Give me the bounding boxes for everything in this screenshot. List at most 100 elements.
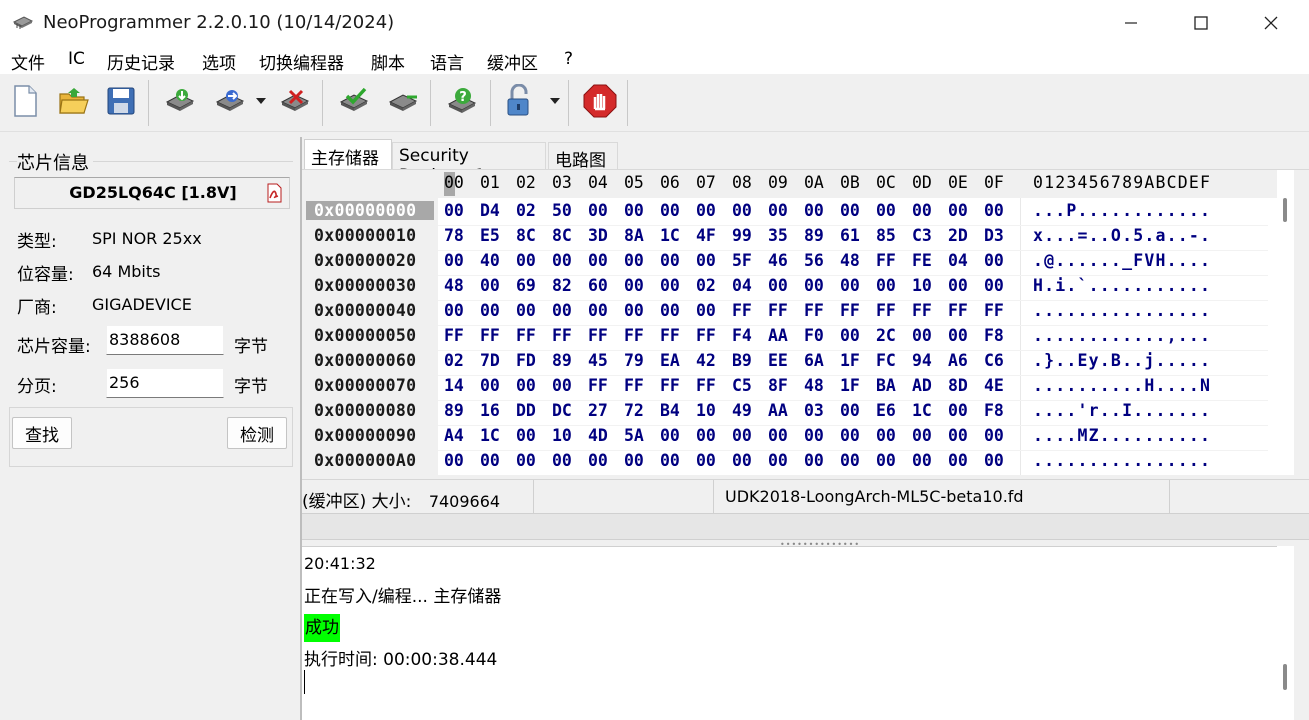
hex-byte[interactable]: 00 — [516, 251, 536, 270]
hex-byte[interactable]: 99 — [732, 226, 752, 245]
hex-byte[interactable]: 00 — [948, 326, 968, 345]
maximize-button[interactable] — [1166, 0, 1236, 46]
log-scrollbar[interactable] — [1277, 546, 1294, 720]
hex-byte[interactable]: FF — [876, 301, 896, 320]
hex-byte[interactable]: 04 — [732, 276, 752, 295]
hex-byte[interactable]: FF — [480, 326, 500, 345]
hex-byte[interactable]: 46 — [768, 251, 788, 270]
hex-byte[interactable]: 00 — [948, 426, 968, 445]
hex-byte[interactable]: FF — [444, 326, 464, 345]
chip-name-box[interactable]: GD25LQ64C [1.8V] — [14, 177, 290, 209]
tab-schematic[interactable]: 电路图 — [548, 142, 618, 171]
hex-byte[interactable]: 00 — [552, 451, 572, 470]
hex-address[interactable]: 0x00000000 — [306, 201, 434, 220]
chip-size-field[interactable]: 8388608 — [106, 325, 224, 355]
hex-byte[interactable]: D3 — [984, 226, 1004, 245]
log-scroll-thumb[interactable] — [1283, 664, 1287, 690]
hex-byte[interactable]: 8C — [516, 226, 536, 245]
close-button[interactable] — [1236, 0, 1306, 46]
hex-byte[interactable]: 00 — [804, 426, 824, 445]
hex-byte[interactable]: 1C — [480, 426, 500, 445]
hex-byte[interactable]: 00 — [696, 426, 716, 445]
hex-byte[interactable]: FF — [768, 301, 788, 320]
hex-byte[interactable]: BA — [876, 376, 896, 395]
menu-buffer[interactable]: 缓冲区 — [487, 49, 538, 74]
hex-byte[interactable]: AA — [768, 401, 788, 420]
menu-ic[interactable]: IC — [68, 49, 85, 69]
hex-ascii[interactable]: ....MZ.......... — [1033, 426, 1211, 445]
hex-byte[interactable]: 35 — [768, 226, 788, 245]
hex-byte[interactable]: FF — [624, 326, 644, 345]
hex-address[interactable]: 0x00000080 — [314, 401, 416, 420]
hex-byte[interactable]: FF — [696, 376, 716, 395]
hex-byte[interactable]: FC — [876, 351, 896, 370]
hex-byte[interactable]: FF — [732, 301, 752, 320]
hex-ascii[interactable]: ................ — [1033, 301, 1211, 320]
hex-byte[interactable]: 7D — [480, 351, 500, 370]
hex-byte[interactable]: 00 — [516, 301, 536, 320]
menu-switch-programmer[interactable]: 切换编程器 — [259, 49, 344, 74]
hex-byte[interactable]: 00 — [552, 301, 572, 320]
hex-byte[interactable]: 1F — [840, 376, 860, 395]
hex-address[interactable]: 0x00000050 — [314, 326, 416, 345]
hex-byte[interactable]: F4 — [732, 326, 752, 345]
hex-byte[interactable]: 42 — [696, 351, 716, 370]
hex-byte[interactable]: C3 — [912, 226, 932, 245]
hex-address[interactable]: 0x00000020 — [314, 251, 416, 270]
hex-byte[interactable]: 00 — [444, 201, 464, 220]
hex-byte[interactable]: 00 — [948, 201, 968, 220]
hex-byte[interactable]: 00 — [444, 251, 464, 270]
hex-byte[interactable]: 00 — [588, 301, 608, 320]
hex-byte[interactable]: 00 — [768, 201, 788, 220]
hex-byte[interactable]: 00 — [840, 326, 860, 345]
hex-byte[interactable]: 79 — [624, 351, 644, 370]
hex-byte[interactable]: 00 — [624, 451, 644, 470]
hex-byte[interactable]: 00 — [660, 201, 680, 220]
pdf-datasheet-icon[interactable] — [265, 182, 283, 204]
hex-byte[interactable]: 00 — [876, 426, 896, 445]
hex-byte[interactable]: FE — [912, 251, 932, 270]
hex-byte[interactable]: B4 — [660, 401, 680, 420]
hex-byte[interactable]: 2C — [876, 326, 896, 345]
hex-editor[interactable]: 00 01 02 03 04 05 06 07 08 09 0A 0B 0C 0D 0E 0F 0123456… — [302, 169, 1309, 475]
hex-byte[interactable]: 00 — [732, 201, 752, 220]
hex-byte[interactable]: 00 — [660, 451, 680, 470]
blank-check-button[interactable] — [386, 83, 420, 119]
hex-byte[interactable]: 00 — [588, 451, 608, 470]
hex-byte[interactable]: 00 — [984, 426, 1004, 445]
hex-byte[interactable]: 14 — [444, 376, 464, 395]
hex-byte[interactable]: 02 — [696, 276, 716, 295]
menu-file[interactable]: 文件 — [11, 49, 45, 74]
hex-byte[interactable]: 27 — [588, 401, 608, 420]
hex-address[interactable]: 0x00000040 — [314, 301, 416, 320]
hex-byte[interactable]: 61 — [840, 226, 860, 245]
hex-byte[interactable]: 8D — [948, 376, 968, 395]
hex-byte[interactable]: 00 — [732, 451, 752, 470]
hex-byte[interactable]: FD — [516, 351, 536, 370]
minimize-button[interactable] — [1096, 0, 1166, 46]
hex-byte[interactable]: 00 — [624, 301, 644, 320]
hex-byte[interactable]: 00 — [480, 376, 500, 395]
hex-byte[interactable]: DD — [516, 401, 536, 420]
hex-byte[interactable]: FF — [624, 376, 644, 395]
hex-byte[interactable]: 00 — [624, 251, 644, 270]
hex-byte[interactable]: C5 — [732, 376, 752, 395]
hex-byte[interactable]: 48 — [444, 276, 464, 295]
menu-script[interactable]: 脚本 — [371, 49, 405, 74]
hex-byte[interactable]: 00 — [660, 301, 680, 320]
hex-byte[interactable]: 8F — [768, 376, 788, 395]
write-chip-button[interactable] — [213, 83, 247, 119]
hex-byte[interactable]: FF — [804, 301, 824, 320]
new-file-button[interactable] — [8, 83, 42, 119]
hex-byte[interactable]: 00 — [876, 276, 896, 295]
hex-byte[interactable]: 00 — [660, 276, 680, 295]
find-button[interactable]: 查找 — [12, 417, 72, 449]
hex-byte[interactable]: 00 — [876, 451, 896, 470]
hex-byte[interactable]: FF — [912, 301, 932, 320]
hex-byte[interactable]: 00 — [696, 251, 716, 270]
hex-byte[interactable]: FF — [840, 301, 860, 320]
hex-byte[interactable]: 00 — [660, 426, 680, 445]
hex-byte[interactable]: FF — [516, 326, 536, 345]
hex-byte[interactable]: 02 — [516, 201, 536, 220]
tab-main-memory[interactable]: 主存储器 — [304, 139, 392, 169]
